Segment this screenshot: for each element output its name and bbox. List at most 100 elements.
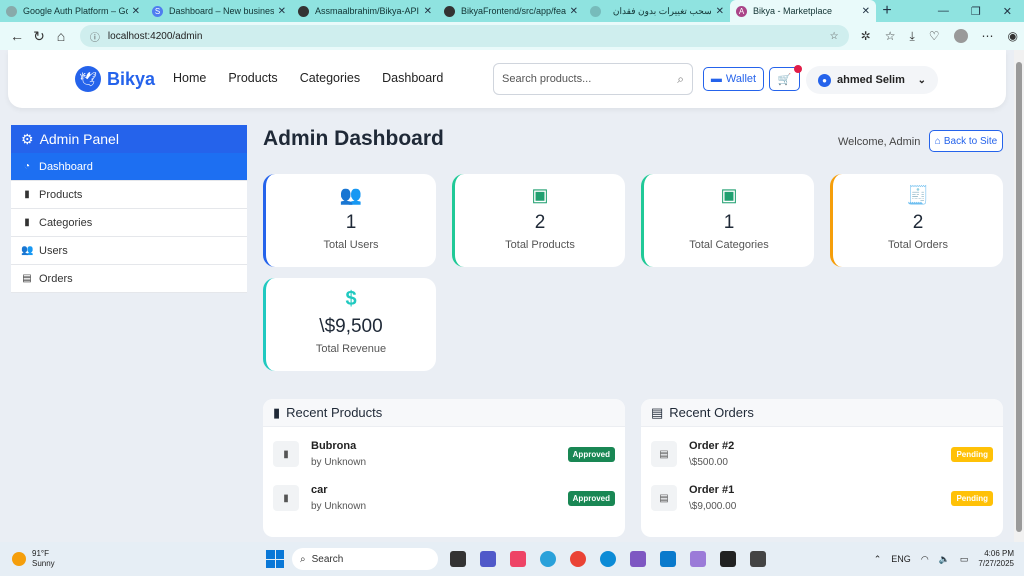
receipt-icon: ▤ <box>651 485 677 511</box>
site-info-icon[interactable]: ⓘ <box>90 29 100 44</box>
status-badge: Pending <box>951 446 993 462</box>
battery-icon[interactable]: ▭ <box>960 554 969 565</box>
close-icon[interactable]: ✕ <box>716 6 724 17</box>
nav-link-products[interactable]: Products <box>228 71 277 85</box>
back-to-site-button[interactable]: ⌂ Back to Site <box>929 130 1003 152</box>
sidebar-item-users[interactable]: 👥 Users <box>11 237 247 265</box>
star-icon[interactable]: ☆ <box>830 31 839 42</box>
close-window-icon[interactable]: ✕ <box>1003 5 1012 18</box>
download-icon[interactable]: ⤓ <box>909 29 914 44</box>
reload-icon[interactable]: ↻ <box>28 25 50 47</box>
browser-tab[interactable]: Google Auth Platform – Goog ✕ <box>0 0 146 22</box>
sidebar-item-products[interactable]: ▮ Products <box>11 181 247 209</box>
tab-title: Google Auth Platform – Goog <box>23 6 128 16</box>
edge-icon[interactable] <box>600 551 616 567</box>
stat-card-products: ▣ 2 Total Products <box>452 174 625 267</box>
visual-studio-icon[interactable] <box>630 551 646 567</box>
app-icon[interactable] <box>720 551 736 567</box>
browser-tab[interactable]: Assmaalbrahim/Bikya-API ✕ <box>292 0 438 22</box>
language-indicator[interactable]: ENG <box>891 554 911 564</box>
sidebar-item-dashboard[interactable]: ◔ Dashboard <box>11 153 247 181</box>
back-to-site-label: Back to Site <box>943 135 998 147</box>
stat-card-users: 👥 1 Total Users <box>263 174 436 267</box>
stat-value: 1 <box>723 212 735 233</box>
back-arrow-icon[interactable]: ← <box>6 25 28 47</box>
volume-icon[interactable]: 🔈 <box>939 554 950 565</box>
tab-title: Assmaalbrahim/Bikya-API <box>315 6 420 16</box>
browser-tab[interactable]: سحب تغييرات بدون فقدان ✕ <box>584 0 730 22</box>
browser-tab-active[interactable]: A Bikya - Marketplace ✕ <box>730 0 876 22</box>
brand[interactable]: 🕊 Bikya <box>75 66 155 92</box>
nav-link-home[interactable]: Home <box>173 71 206 85</box>
terminal-icon[interactable] <box>750 551 766 567</box>
recent-orders-panel: ▤ Recent Orders ▤ Order #2 \$500.00 Pend… <box>641 399 1003 537</box>
sidebar-item-label: Products <box>39 188 83 201</box>
close-icon[interactable]: ✕ <box>132 6 140 17</box>
nav-link-categories[interactable]: Categories <box>300 71 360 85</box>
taskbar-search[interactable]: ⌕ Search <box>292 548 438 570</box>
minimize-icon[interactable]: — <box>938 5 949 17</box>
list-item[interactable]: ▮ car by Unknown Approved <box>273 480 615 516</box>
cart-button[interactable]: 🛒 <box>769 65 802 91</box>
panel-header: ▤ Recent Orders <box>641 399 1003 427</box>
sidebar-item-label: Orders <box>39 272 73 285</box>
home-icon[interactable]: ⌂ <box>50 25 72 47</box>
app-icon[interactable] <box>690 551 706 567</box>
page-scrollbar[interactable] <box>1014 50 1024 542</box>
item-sub: by Unknown <box>311 501 367 512</box>
box-icon: ▣ <box>531 184 549 205</box>
browser-tab[interactable]: S Dashboard – New business sa ✕ <box>146 0 292 22</box>
box-icon: ▮ <box>273 441 299 467</box>
app-icon[interactable] <box>510 551 526 567</box>
tab-favicon-icon <box>6 5 17 17</box>
search-input[interactable] <box>502 73 678 85</box>
menu-dots-icon[interactable]: ⋯ <box>982 29 994 43</box>
favorites-icon[interactable]: ☆ <box>885 29 896 43</box>
close-icon[interactable]: ✕ <box>570 6 578 17</box>
box-icon: ▮ <box>24 217 30 228</box>
url-field[interactable]: ⓘ localhost:4200/admin ☆ <box>79 25 849 47</box>
start-menu-icon[interactable] <box>266 550 284 568</box>
maximize-icon[interactable]: ❐ <box>971 5 981 18</box>
vscode-icon[interactable] <box>660 551 676 567</box>
close-icon[interactable]: ✕ <box>278 6 286 17</box>
close-icon[interactable]: ✕ <box>862 6 870 17</box>
list-item[interactable]: ▤ Order #1 \$9,000.00 Pending <box>651 480 993 516</box>
status-badge: Approved <box>567 490 615 506</box>
sidebar-item-categories[interactable]: ▮ Categories <box>11 209 247 237</box>
chevron-up-icon[interactable]: ⌃ <box>874 554 882 565</box>
tab-favicon-icon <box>590 5 601 17</box>
stat-card-categories: ▣ 1 Total Categories <box>641 174 814 267</box>
profile-avatar[interactable] <box>953 29 968 43</box>
item-sub: \$9,000.00 <box>689 501 737 512</box>
new-tab-icon[interactable]: + <box>876 0 898 22</box>
wallet-button[interactable]: ▬ Wallet <box>703 67 764 91</box>
search-icon[interactable]: ⌕ <box>677 72 684 87</box>
telegram-icon[interactable] <box>540 551 556 567</box>
stat-value: 2 <box>534 212 546 233</box>
clock[interactable]: 4:06 PM 7/27/2025 <box>978 549 1014 569</box>
nav-link-dashboard[interactable]: Dashboard <box>382 71 443 85</box>
sidebar-item-label: Categories <box>39 216 93 229</box>
heart-icon[interactable]: ♡ <box>929 29 940 43</box>
scrollbar-thumb[interactable] <box>1016 62 1022 532</box>
wifi-icon[interactable]: ◠ <box>921 554 929 565</box>
extensions-icon[interactable]: ✲ <box>861 29 871 43</box>
list-item[interactable]: ▤ Order #2 \$500.00 Pending <box>651 436 993 472</box>
copilot-icon[interactable]: ◉ <box>1008 29 1018 43</box>
tab-title: سحب تغييرات بدون فقدان <box>612 5 712 16</box>
weather-widget[interactable]: 91°F Sunny <box>0 549 120 569</box>
list-item[interactable]: ▮ Bubrona by Unknown Approved <box>273 436 615 472</box>
close-icon[interactable]: ✕ <box>424 6 432 17</box>
system-tray: ⌃ ENG ◠ 🔈 ▭ 4:06 PM 7/27/2025 <box>874 549 1024 569</box>
chrome-icon[interactable] <box>570 551 586 567</box>
item-sub: by Unknown <box>311 457 367 468</box>
teams-icon[interactable] <box>480 551 496 567</box>
browser-toolbar-icons: ✲ ☆ ⤓ ♡ ⋯ ◉ <box>861 29 1018 44</box>
file-explorer-icon[interactable] <box>450 551 466 567</box>
sidebar-item-orders[interactable]: ▤ Orders <box>11 265 247 293</box>
stat-card-revenue: $ \$9,500 Total Revenue <box>263 278 436 371</box>
browser-tab[interactable]: BikyaFrontend/src/app/featu ✕ <box>438 0 584 22</box>
stat-label: Total Categories <box>689 239 769 251</box>
user-menu[interactable]: ● ahmed Selim ⌄ <box>806 66 938 94</box>
